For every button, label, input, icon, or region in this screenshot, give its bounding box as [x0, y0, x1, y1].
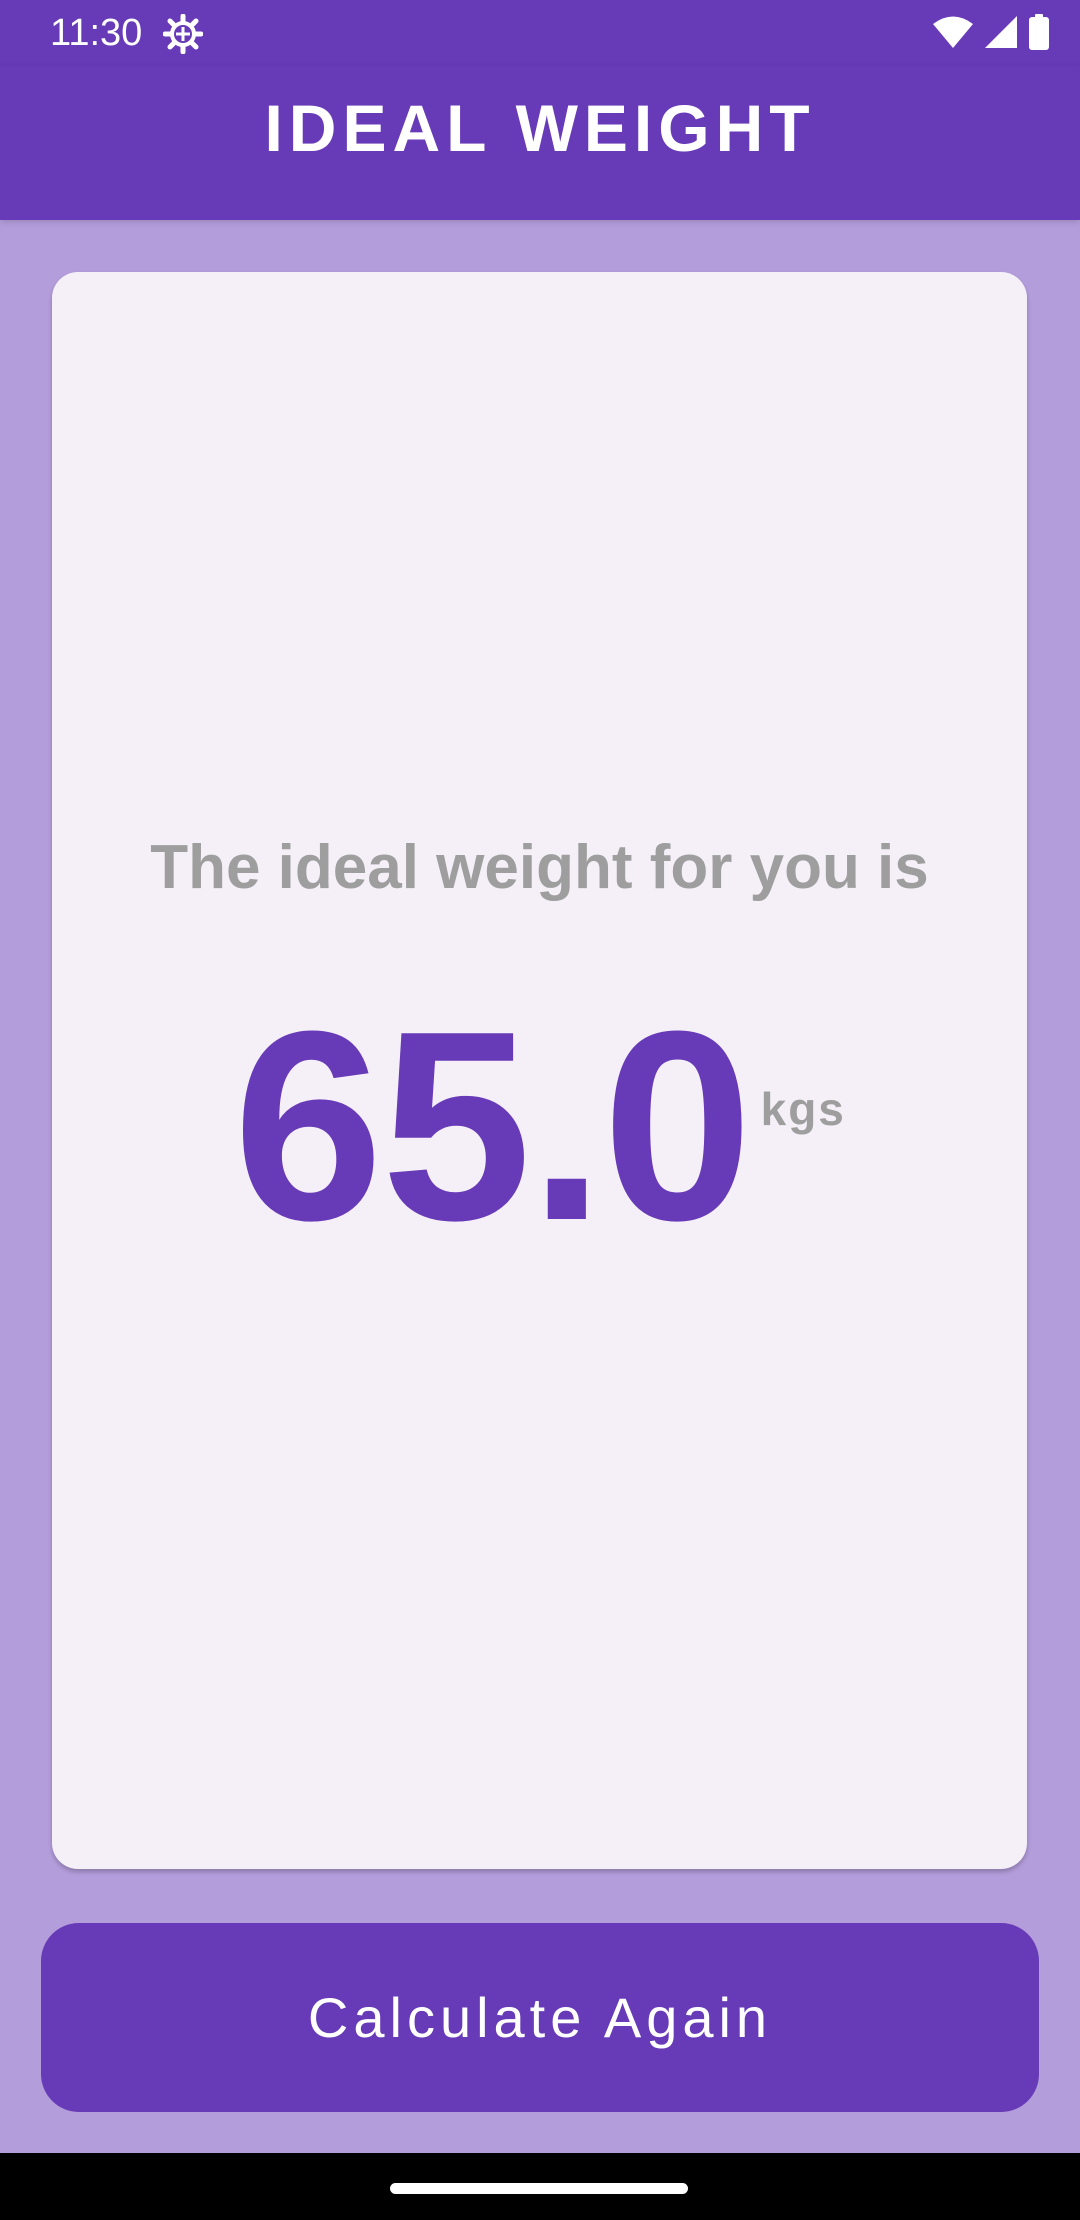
- signal-icon: [984, 15, 1018, 54]
- ideal-weight-result-screen: 11:30 IDEAL WEIGHT The ideal weight for …: [0, 0, 1080, 2220]
- ideal-weight-value: 65.0: [233, 976, 752, 1277]
- result-value-row: 65.0 kgs: [52, 992, 1027, 1262]
- settings-gear-icon: [162, 13, 204, 55]
- home-gesture-handle[interactable]: [390, 2183, 688, 2194]
- battery-icon: [1028, 13, 1050, 55]
- result-card: The ideal weight for you is 65.0 kgs: [52, 272, 1027, 1869]
- system-navigation-bar: [0, 2153, 1080, 2220]
- page-title: IDEAL WEIGHT: [264, 91, 816, 165]
- status-time: 11:30: [50, 12, 143, 54]
- app-bar: IDEAL WEIGHT: [0, 66, 1080, 220]
- status-bar: 11:30: [0, 0, 1080, 66]
- weight-unit: kgs: [760, 1083, 846, 1135]
- result-label: The ideal weight for you is: [150, 833, 929, 902]
- calculate-again-button[interactable]: Calculate Again: [41, 1923, 1039, 2112]
- status-icons: [932, 13, 1050, 55]
- wifi-icon: [932, 15, 974, 54]
